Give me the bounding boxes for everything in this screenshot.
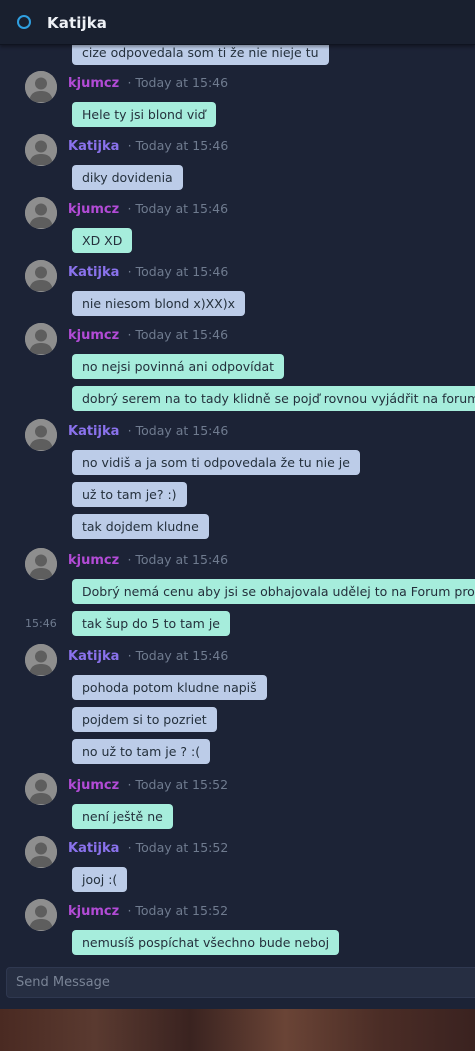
timestamp: · Today at 15:52 — [127, 903, 229, 918]
message-header: kjumcz · Today at 15:52 — [68, 903, 228, 919]
timestamp: · Today at 15:46 — [127, 423, 229, 438]
timestamp: · Today at 15:52 — [127, 840, 229, 855]
message-header: kjumcz · Today at 15:46 — [68, 201, 228, 217]
message-header: Katijka · Today at 15:46 — [68, 264, 228, 280]
default-user-icon — [25, 773, 57, 805]
message-bubble[interactable]: Dobrý nemá cenu aby jsi se obhajovala ud… — [72, 579, 475, 604]
username[interactable]: Katijka — [68, 649, 119, 664]
username[interactable]: kjumcz — [68, 76, 119, 91]
avatar[interactable] — [25, 71, 57, 103]
status-circle-icon — [17, 15, 31, 29]
timestamp: · Today at 15:52 — [127, 777, 229, 792]
avatar[interactable] — [25, 323, 57, 355]
message-header: Katijka · Today at 15:52 — [68, 840, 228, 856]
avatar[interactable] — [25, 134, 57, 166]
username[interactable]: kjumcz — [68, 778, 119, 793]
default-user-icon — [25, 134, 57, 166]
send-message-input[interactable] — [7, 968, 465, 997]
message-header: Katijka · Today at 15:46 — [68, 648, 228, 664]
username[interactable]: kjumcz — [68, 904, 119, 919]
message-header: Katijka · Today at 15:46 — [68, 138, 228, 154]
username[interactable]: kjumcz — [68, 328, 119, 343]
composer-area — [0, 965, 475, 1009]
message-bubble[interactable]: nemusíš pospíchat všechno bude neboj — [72, 930, 340, 955]
message-bubble[interactable]: tak dojdem kludne — [72, 514, 209, 539]
message-bubble[interactable]: už to tam je? :) — [72, 482, 187, 507]
message-bubble[interactable]: není ještě ne — [72, 804, 173, 829]
avatar[interactable] — [25, 836, 57, 868]
default-user-icon — [25, 548, 57, 580]
message-bubble[interactable]: nie niesom blond x)XX)x — [72, 291, 246, 316]
default-user-icon — [25, 644, 57, 676]
default-user-icon — [25, 419, 57, 451]
username[interactable]: Katijka — [68, 139, 119, 154]
message-header: kjumcz · Today at 15:52 — [68, 777, 228, 793]
timestamp: · Today at 15:46 — [127, 201, 229, 216]
chat-window: cize odpovedala som ti že nie nieje tu k… — [0, 0, 475, 1051]
timestamp: · Today at 15:46 — [127, 327, 229, 342]
message-bubble[interactable]: XD XD — [72, 228, 133, 253]
default-user-icon — [25, 260, 57, 292]
username[interactable]: Katijka — [68, 841, 119, 856]
avatar[interactable] — [25, 419, 57, 451]
timestamp: · Today at 15:46 — [127, 75, 229, 90]
message-bubble[interactable]: diky dovidenia — [72, 165, 183, 190]
username[interactable]: kjumcz — [68, 202, 119, 217]
avatar[interactable] — [25, 899, 57, 931]
username[interactable]: Katijka — [68, 265, 119, 280]
chat-header: Katijka — [0, 0, 475, 45]
message-bubble[interactable]: no vidiš a ja som ti odpovedala že tu ni… — [72, 450, 360, 475]
message-header: kjumcz · Today at 15:46 — [68, 327, 228, 343]
default-user-icon — [25, 197, 57, 229]
message-header: kjumcz · Today at 15:46 — [68, 552, 228, 568]
conversation-title: Katijka — [47, 14, 107, 32]
avatar[interactable] — [25, 548, 57, 580]
default-user-icon — [25, 836, 57, 868]
desktop-wallpaper — [0, 1009, 475, 1051]
timestamp: · Today at 15:46 — [127, 648, 229, 663]
timestamp: · Today at 15:46 — [127, 264, 229, 279]
avatar[interactable] — [25, 260, 57, 292]
timestamp: · Today at 15:46 — [127, 138, 229, 153]
message-composer[interactable] — [6, 967, 475, 998]
timestamp: · Today at 15:46 — [127, 552, 229, 567]
avatar[interactable] — [25, 197, 57, 229]
default-user-icon — [25, 323, 57, 355]
message-bubble[interactable]: pohoda potom kludne napiš — [72, 675, 267, 700]
username[interactable]: Katijka — [68, 424, 119, 439]
message-bubble[interactable]: no už to tam je ? :( — [72, 739, 211, 764]
message-bubble[interactable]: pojdem si to pozriet — [72, 707, 217, 732]
message-header: Katijka · Today at 15:46 — [68, 423, 228, 439]
avatar[interactable] — [25, 644, 57, 676]
hover-timestamp: 15:46 — [25, 617, 57, 630]
avatar[interactable] — [25, 773, 57, 805]
username[interactable]: kjumcz — [68, 553, 119, 568]
message-bubble[interactable]: Hele ty jsi blond viď — [72, 102, 216, 127]
message-bubble[interactable]: no nejsi povinná ani odpovídat — [72, 354, 285, 379]
message-bubble[interactable]: jooj :( — [72, 867, 128, 892]
message-bubble[interactable]: tak šup do 5 to tam je — [72, 611, 230, 636]
message-list[interactable]: cize odpovedala som ti že nie nieje tu k… — [0, 0, 475, 965]
message-bubble[interactable]: dobrý serem na to tady klidně se pojď ro… — [72, 386, 475, 411]
message-header: kjumcz · Today at 15:46 — [68, 75, 228, 91]
default-user-icon — [25, 899, 57, 931]
default-user-icon — [25, 71, 57, 103]
